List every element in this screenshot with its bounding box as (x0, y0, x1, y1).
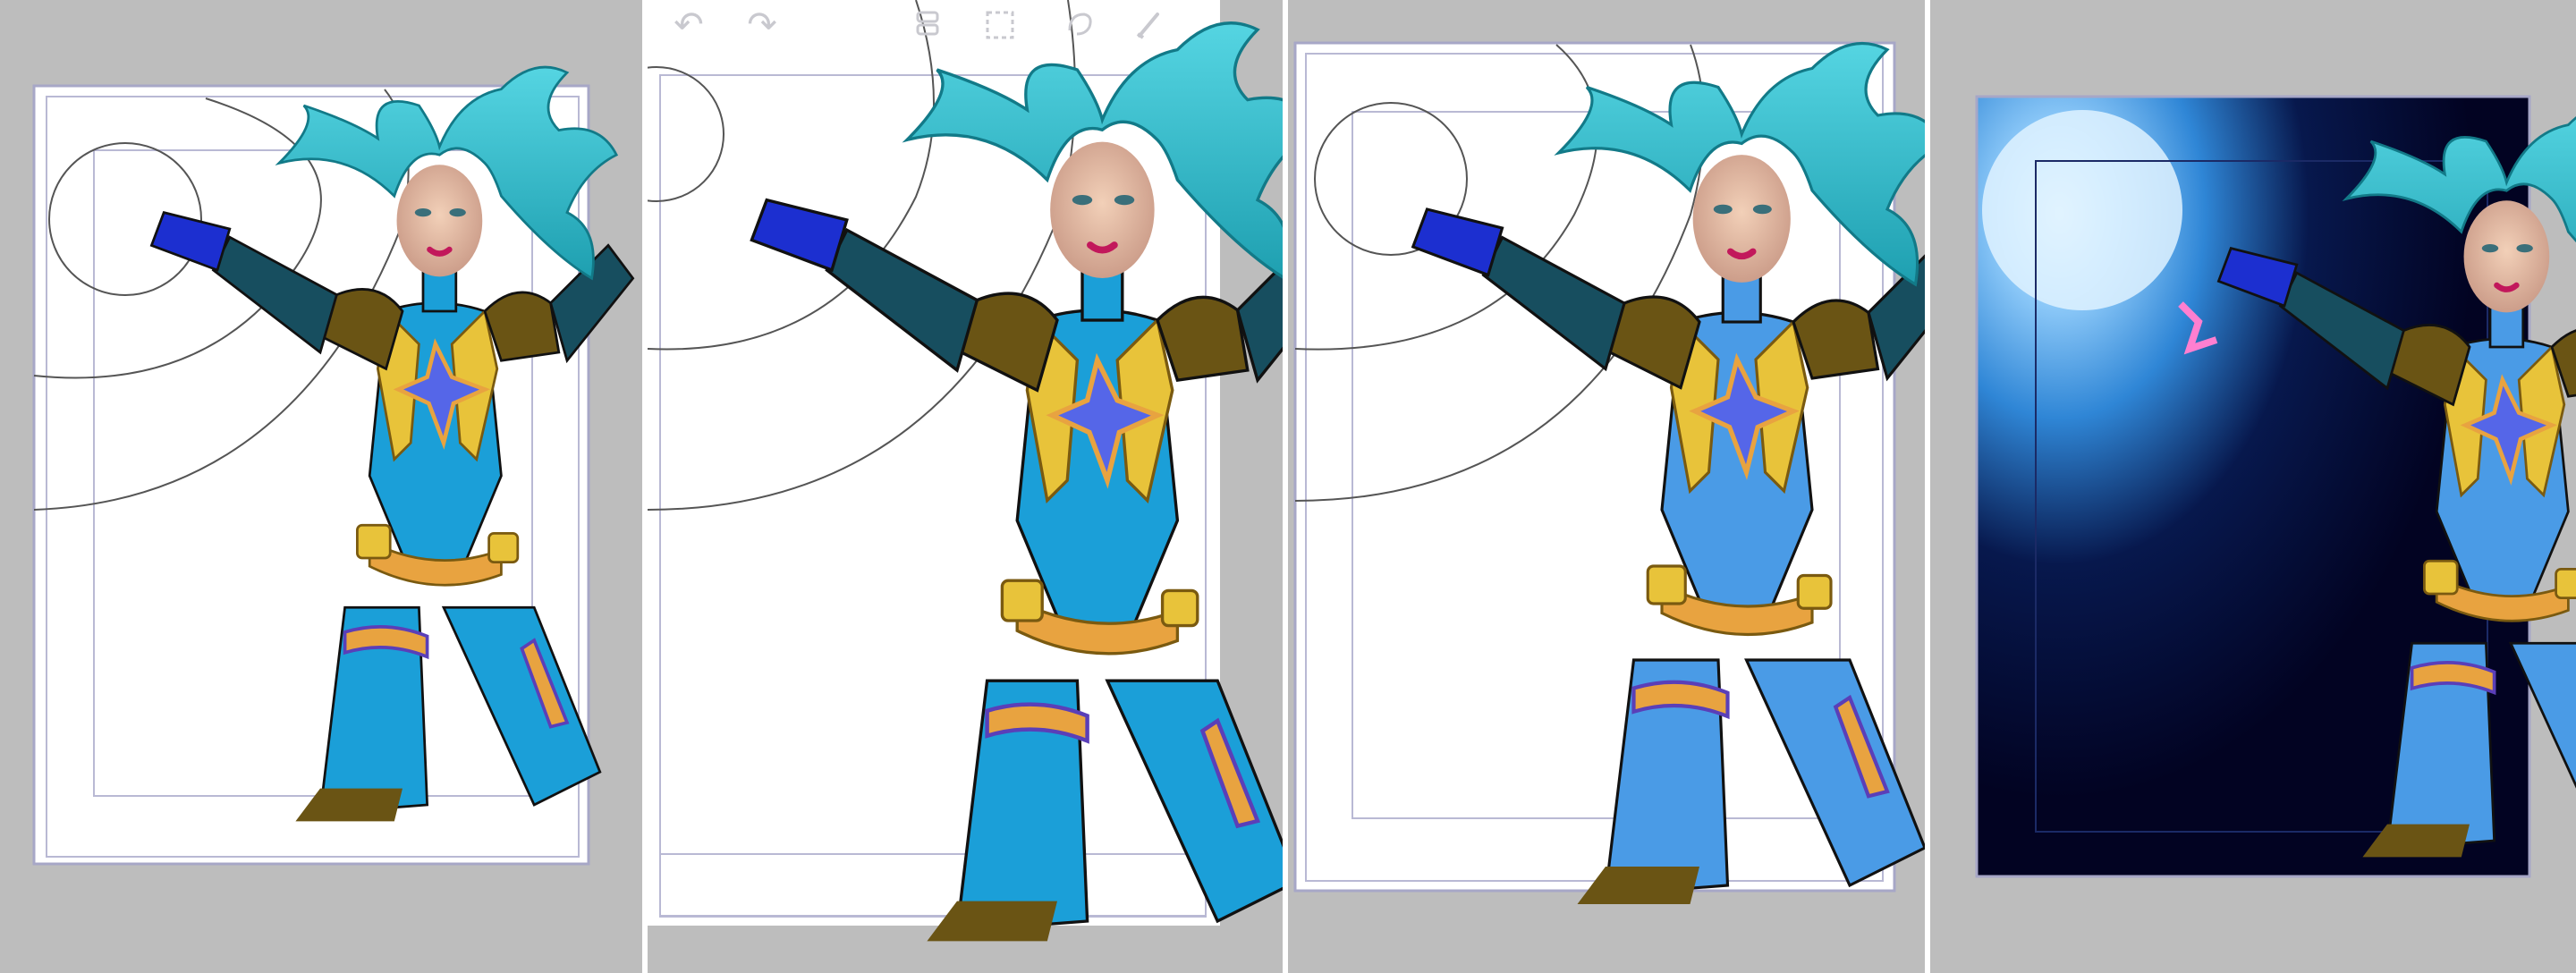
redo-icon[interactable]: ↷ (741, 4, 784, 47)
canvas-step-3 (1293, 0, 1925, 973)
layers-icon[interactable] (907, 4, 950, 47)
progress-panel-2: ↶ ↷ (648, 0, 1283, 973)
canvas-step-2 (648, 0, 1283, 973)
progress-panel-3 (1288, 0, 1925, 973)
drawing-toolbar: ↶ ↷ (648, 0, 1283, 50)
selection-icon[interactable] (979, 4, 1021, 47)
canvas-step-4 (1975, 95, 2576, 878)
undo-icon[interactable]: ↶ (667, 4, 710, 47)
progress-panel-4 (1930, 0, 2576, 973)
lasso-icon[interactable] (1059, 4, 1102, 47)
canvas-step-1 (32, 0, 642, 866)
brush-icon[interactable] (1127, 4, 1170, 47)
progress-panel-1 (0, 0, 642, 973)
